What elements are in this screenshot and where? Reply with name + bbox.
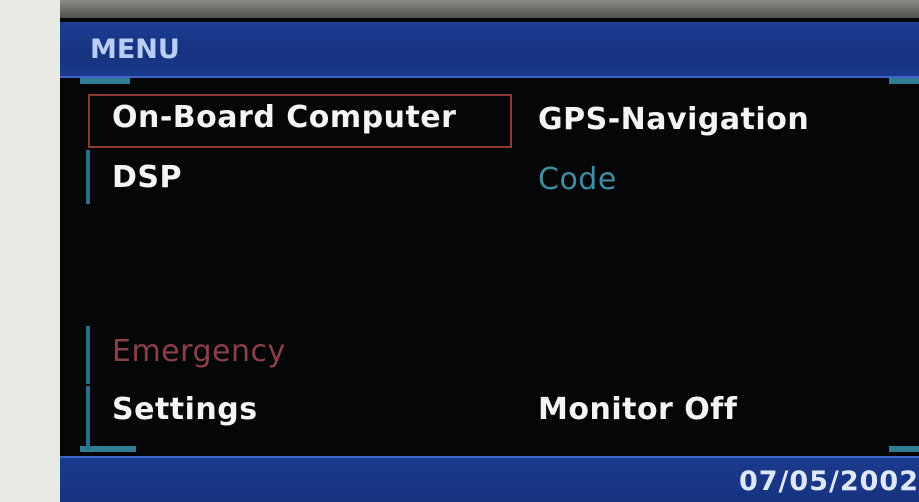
menu-item-code[interactable]: Code	[538, 162, 617, 197]
row-marker	[86, 386, 90, 450]
corner-accent-bottom-right	[889, 446, 919, 452]
menu-item-dsp[interactable]: DSP	[112, 160, 182, 195]
menu-item-gps-navigation[interactable]: GPS-Navigation	[538, 102, 809, 137]
nav-display-screen: MENU On-Board Computer DSP Emergency Set…	[60, 18, 919, 502]
menu-header-bar: MENU	[60, 22, 919, 78]
row-marker	[86, 326, 90, 384]
menu-item-on-board-computer[interactable]: On-Board Computer	[112, 100, 456, 135]
status-footer-bar: 07/05/2002	[60, 456, 919, 502]
page-title: MENU	[90, 34, 180, 65]
corner-accent-top-right	[889, 78, 919, 84]
corner-accent-top-left	[80, 78, 130, 84]
menu-item-settings[interactable]: Settings	[112, 392, 258, 427]
device-bezel	[60, 0, 919, 20]
menu-item-monitor-off[interactable]: Monitor Off	[538, 392, 737, 427]
menu-item-emergency[interactable]: Emergency	[112, 334, 286, 369]
date-display: 07/05/2002	[738, 466, 919, 497]
row-marker	[86, 150, 90, 204]
